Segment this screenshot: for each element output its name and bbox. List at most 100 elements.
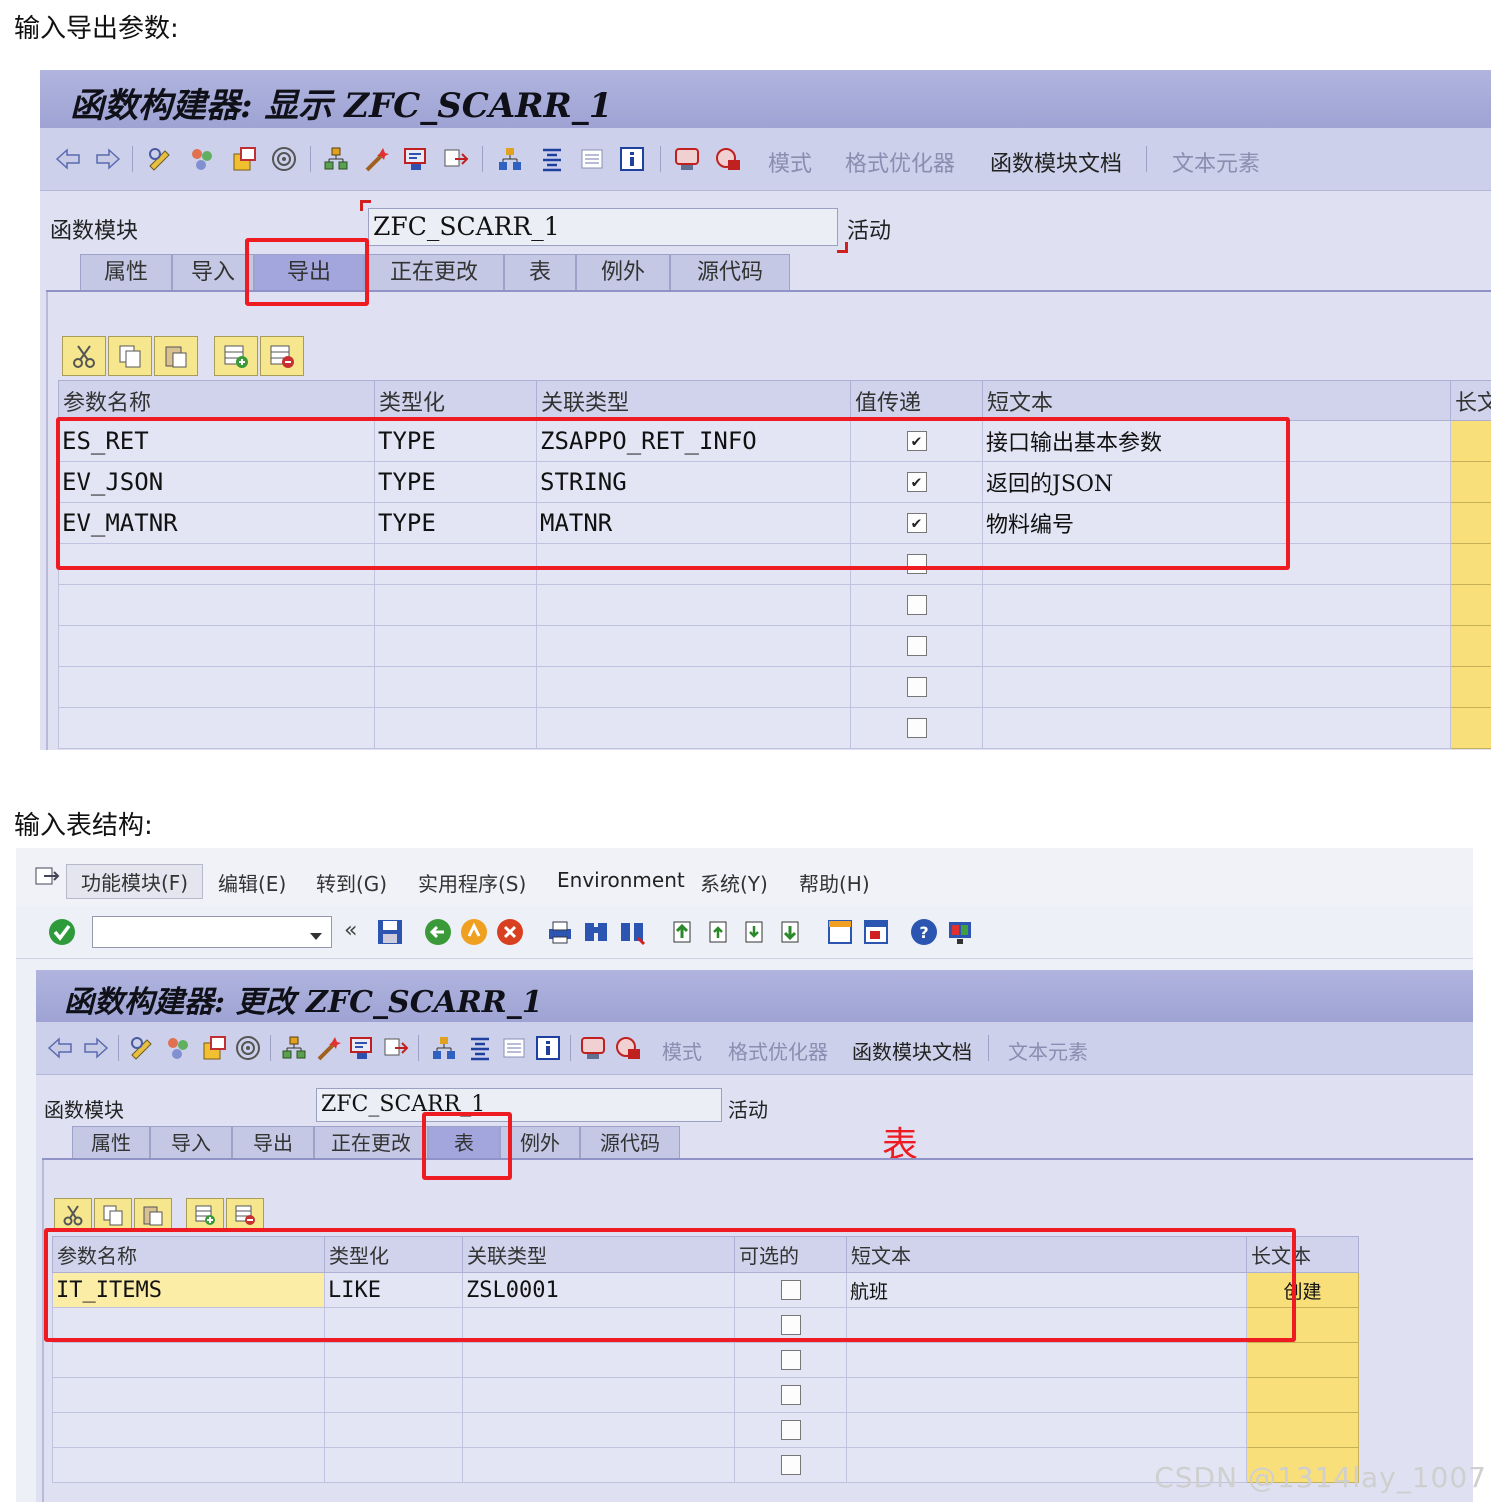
toolbar-pattern-button[interactable]: 模式 bbox=[662, 1036, 702, 1065]
menu-function-module[interactable]: 功能模块(F) bbox=[66, 864, 204, 899]
activate-icon[interactable] bbox=[200, 1034, 228, 1062]
menu-environment[interactable]: Environment bbox=[557, 868, 685, 892]
cell-typing[interactable] bbox=[374, 625, 537, 667]
hierarchy-icon[interactable] bbox=[322, 145, 350, 173]
tab-source-code-2[interactable]: 源代码 bbox=[580, 1126, 680, 1158]
where-used-icon[interactable] bbox=[270, 145, 298, 173]
enhance-icon[interactable] bbox=[430, 1034, 458, 1062]
toolbar-pretty-printer-button[interactable]: 格式优化器 bbox=[845, 146, 955, 178]
test-sequence-icon[interactable] bbox=[614, 1034, 642, 1062]
paste-row-button[interactable] bbox=[134, 1198, 172, 1232]
print-icon[interactable] bbox=[546, 918, 574, 950]
tab-attributes[interactable]: 属性 bbox=[80, 254, 172, 290]
menu-help[interactable]: 帮助(H) bbox=[799, 868, 870, 897]
info-icon[interactable] bbox=[534, 1034, 562, 1062]
menu-system[interactable]: 系统(Y) bbox=[700, 868, 768, 897]
customize-layout-icon[interactable] bbox=[946, 918, 974, 950]
cell-optional[interactable] bbox=[734, 1412, 847, 1448]
cell-typing[interactable] bbox=[374, 584, 537, 626]
cell-param-name[interactable] bbox=[58, 584, 375, 626]
cell-long-text-button[interactable] bbox=[1450, 625, 1491, 667]
chevron-down-icon[interactable] bbox=[309, 927, 323, 946]
cell-optional[interactable] bbox=[734, 1447, 847, 1483]
cell-associated-type[interactable] bbox=[462, 1342, 735, 1378]
save-icon[interactable] bbox=[376, 918, 404, 950]
col-typing[interactable]: 类型化 bbox=[374, 380, 537, 421]
enter-icon[interactable] bbox=[48, 918, 76, 950]
test-sequence-icon[interactable] bbox=[714, 145, 742, 173]
delete-row-button[interactable] bbox=[226, 1198, 264, 1232]
first-page-icon[interactable] bbox=[668, 918, 696, 950]
cell-long-text-button[interactable] bbox=[1450, 543, 1491, 585]
test-icon[interactable] bbox=[580, 1034, 608, 1062]
back-icon[interactable] bbox=[424, 918, 452, 950]
tab-source-code[interactable]: 源代码 bbox=[670, 254, 790, 290]
checkbox[interactable] bbox=[780, 1350, 801, 1371]
find-next-icon[interactable] bbox=[618, 918, 646, 950]
forward-arrow-icon[interactable] bbox=[82, 1034, 110, 1062]
cell-short-text[interactable] bbox=[846, 1412, 1247, 1448]
next-page-icon[interactable] bbox=[740, 918, 768, 950]
cell-pass-by-value[interactable] bbox=[850, 707, 983, 749]
function-module-input[interactable]: ZFC_SCARR_1 bbox=[368, 208, 838, 246]
cell-long-text-button[interactable] bbox=[1450, 502, 1491, 544]
test-icon[interactable] bbox=[674, 145, 702, 173]
cell-long-text-button[interactable] bbox=[1246, 1412, 1359, 1448]
cell-typing[interactable] bbox=[324, 1412, 463, 1448]
cell-associated-type[interactable] bbox=[536, 584, 851, 626]
cell-pass-by-value[interactable] bbox=[850, 666, 983, 708]
cell-param-name[interactable] bbox=[58, 707, 375, 749]
last-page-icon[interactable] bbox=[776, 918, 804, 950]
cell-typing[interactable] bbox=[374, 666, 537, 708]
col-pass-by-value[interactable]: 值传递 bbox=[850, 380, 983, 421]
col-short-text[interactable]: 短文本 bbox=[982, 380, 1451, 421]
toolbar-fm-doc-button[interactable]: 函数模块文档 bbox=[990, 146, 1122, 178]
cancel-icon[interactable] bbox=[496, 918, 524, 950]
menu-exit-icon[interactable] bbox=[34, 866, 60, 892]
toolbar-pretty-printer-button[interactable]: 格式优化器 bbox=[728, 1036, 828, 1065]
insert-row-button[interactable] bbox=[186, 1198, 224, 1232]
cell-param-name[interactable] bbox=[52, 1447, 325, 1483]
tab-export-2[interactable]: 导出 bbox=[232, 1126, 314, 1158]
find-icon[interactable] bbox=[582, 918, 610, 950]
cell-long-text-button[interactable] bbox=[1450, 584, 1491, 626]
cell-pass-by-value[interactable] bbox=[850, 625, 983, 667]
other-object-icon[interactable] bbox=[164, 1034, 192, 1062]
copy-row-button[interactable] bbox=[94, 1198, 132, 1232]
cell-optional[interactable] bbox=[734, 1342, 847, 1378]
cell-associated-type[interactable] bbox=[462, 1377, 735, 1413]
cell-long-text-button[interactable] bbox=[1450, 420, 1491, 462]
cell-short-text[interactable] bbox=[846, 1377, 1247, 1413]
copy-row-button[interactable] bbox=[108, 336, 152, 376]
delete-row-button[interactable] bbox=[260, 336, 304, 376]
info-icon[interactable] bbox=[618, 145, 646, 173]
other-object-icon[interactable] bbox=[188, 145, 216, 173]
cell-long-text-button[interactable] bbox=[1450, 461, 1491, 503]
tab-attributes-2[interactable]: 属性 bbox=[72, 1126, 150, 1158]
cell-long-text-button[interactable] bbox=[1246, 1342, 1359, 1378]
checkbox[interactable] bbox=[780, 1455, 801, 1476]
cell-associated-type[interactable] bbox=[462, 1412, 735, 1448]
magic-wand-icon[interactable] bbox=[314, 1034, 342, 1062]
display-object-list-icon[interactable] bbox=[348, 1034, 376, 1062]
tab-exceptions[interactable]: 例外 bbox=[576, 254, 670, 290]
display-change-icon[interactable] bbox=[128, 1034, 156, 1062]
documentation-icon[interactable] bbox=[500, 1034, 528, 1062]
create-session-icon[interactable] bbox=[826, 918, 854, 950]
navigation-window-icon[interactable] bbox=[442, 145, 470, 173]
documentation-icon[interactable] bbox=[578, 145, 606, 173]
paste-row-button[interactable] bbox=[154, 336, 198, 376]
where-used-icon[interactable] bbox=[234, 1034, 262, 1062]
cell-long-text-button[interactable] bbox=[1450, 666, 1491, 708]
checkbox[interactable] bbox=[780, 1420, 801, 1441]
cell-associated-type[interactable] bbox=[462, 1447, 735, 1483]
cell-typing[interactable] bbox=[324, 1342, 463, 1378]
collapse-icon[interactable]: « bbox=[344, 918, 357, 943]
tab-import-2[interactable]: 导入 bbox=[150, 1126, 232, 1158]
cell-short-text[interactable] bbox=[982, 584, 1451, 626]
display-change-icon[interactable] bbox=[146, 145, 174, 173]
insert-row-button[interactable] bbox=[214, 336, 258, 376]
cell-long-text-button[interactable] bbox=[1450, 707, 1491, 749]
cell-param-name[interactable] bbox=[52, 1412, 325, 1448]
tab-tables[interactable]: 表 bbox=[504, 254, 576, 290]
